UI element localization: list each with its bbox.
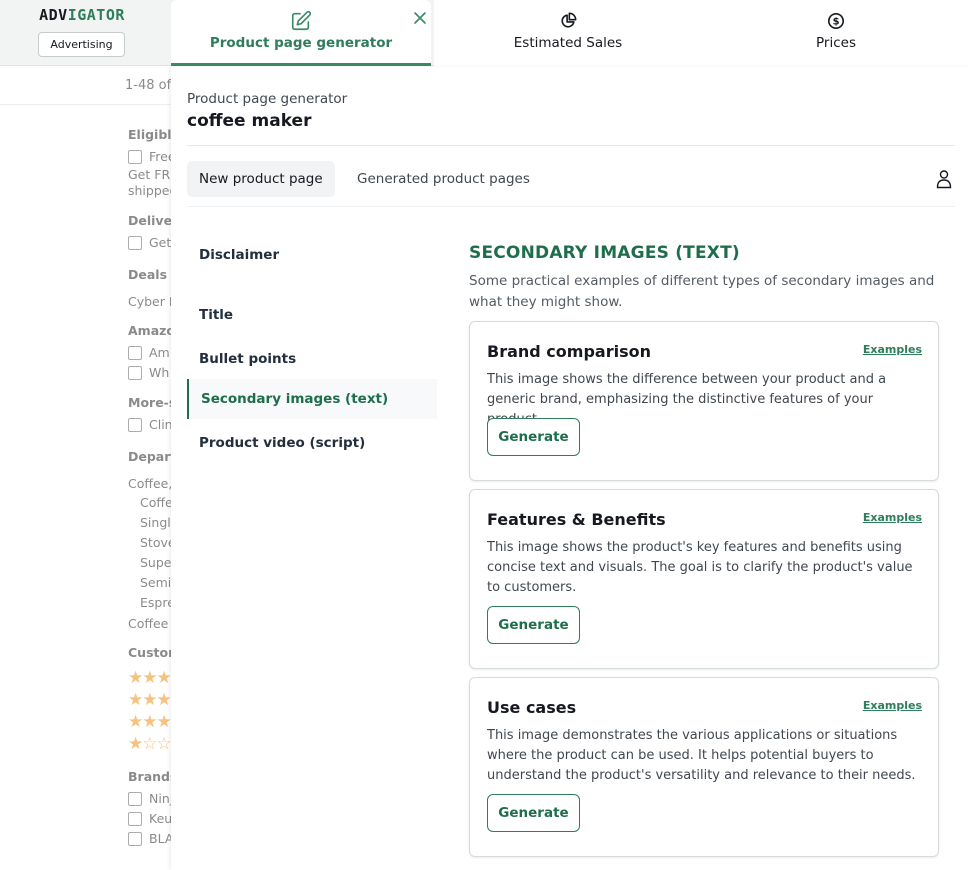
nav-item-product-video[interactable]: Product video (script) <box>187 423 437 463</box>
svg-text:$: $ <box>833 17 840 28</box>
checkbox[interactable] <box>128 150 142 164</box>
examples-link[interactable]: Examples <box>863 343 922 356</box>
facet-option-label: Ninj <box>149 791 174 806</box>
card-use-cases: Use cases Examples This image demonstrat… <box>469 677 939 857</box>
card-features-benefits: Features & Benefits Examples This image … <box>469 489 939 669</box>
checkbox[interactable] <box>128 832 142 846</box>
examples-link[interactable]: Examples <box>863 511 922 524</box>
top-bar: ADVIGATOR Advertising Product page gener… <box>0 0 970 66</box>
card-description: This image shows the product's key featu… <box>487 540 913 595</box>
background-search-page: 1-48 of Eligibl Free Get FR shipped Deli… <box>0 67 186 870</box>
card-title: Features & Benefits <box>487 510 666 529</box>
results-bar: 1-48 of <box>0 67 186 105</box>
results-count: 1-48 of <box>125 78 172 93</box>
logo-text-dark: ADV <box>39 6 68 24</box>
tab-prices[interactable]: $ Prices <box>702 0 970 66</box>
facet-option-label: BLA <box>149 831 174 846</box>
dollar-circle-icon: $ <box>827 10 845 32</box>
nav-item-bullet-points[interactable]: Bullet points <box>187 339 437 379</box>
pie-chart-icon <box>559 10 577 32</box>
tab-estimated-sales[interactable]: Estimated Sales <box>434 0 702 66</box>
tab-label: Product page generator <box>209 35 393 51</box>
section-description: Some practical examples of different typ… <box>469 273 935 310</box>
section-content: SECONDARY IMAGES (TEXT) Some practical e… <box>469 243 939 313</box>
subtab-new-product-page[interactable]: New product page <box>187 161 335 197</box>
checkbox[interactable] <box>128 346 142 360</box>
card-description: This image demonstrates the various appl… <box>487 728 916 783</box>
close-icon[interactable] <box>411 9 429 27</box>
divider <box>187 145 955 146</box>
facet-option-label: Keu <box>149 811 173 826</box>
product-page-generator-panel: Product page generator coffee maker New … <box>171 67 970 870</box>
card-title: Brand comparison <box>487 342 651 361</box>
panel-subtitle: Product page generator <box>187 91 348 107</box>
nav-item-disclaimer[interactable]: Disclaimer <box>187 235 437 275</box>
examples-link[interactable]: Examples <box>863 699 922 712</box>
user-icon[interactable] <box>933 167 955 191</box>
section-heading: SECONDARY IMAGES (TEXT) <box>469 243 740 263</box>
subtab-generated-product-pages[interactable]: Generated product pages <box>345 161 542 197</box>
checkbox[interactable] <box>128 366 142 380</box>
tab-label: Estimated Sales <box>513 35 623 51</box>
divider <box>187 206 955 207</box>
tab-label: Prices <box>816 35 856 51</box>
edit-icon <box>290 10 312 32</box>
checkbox[interactable] <box>128 812 142 826</box>
brand-area: ADVIGATOR Advertising <box>0 0 164 66</box>
card-brand-comparison: Brand comparison Examples This image sho… <box>469 321 939 481</box>
logo-text-green: IGATOR <box>67 6 125 24</box>
facet-option-label: Am <box>149 345 170 360</box>
checkbox[interactable] <box>128 792 142 806</box>
facet-option-label: Clin <box>149 417 173 432</box>
generate-button[interactable]: Generate <box>487 606 580 644</box>
card-title: Use cases <box>487 698 577 717</box>
tab-product-page-generator[interactable]: Product page generator <box>171 0 431 66</box>
generate-button[interactable]: Generate <box>487 794 580 832</box>
checkbox[interactable] <box>128 418 142 432</box>
nav-item-title[interactable]: Title <box>187 295 437 335</box>
advertising-button[interactable]: Advertising <box>38 32 125 57</box>
facet-option-label: Get <box>149 235 172 250</box>
generate-button[interactable]: Generate <box>487 418 580 456</box>
nav-item-secondary-images[interactable]: Secondary images (text) <box>187 379 437 419</box>
logo: ADVIGATOR <box>0 6 164 24</box>
facet-option-label: Wh <box>149 365 170 380</box>
panel-title: coffee maker <box>187 111 312 131</box>
checkbox[interactable] <box>128 236 142 250</box>
